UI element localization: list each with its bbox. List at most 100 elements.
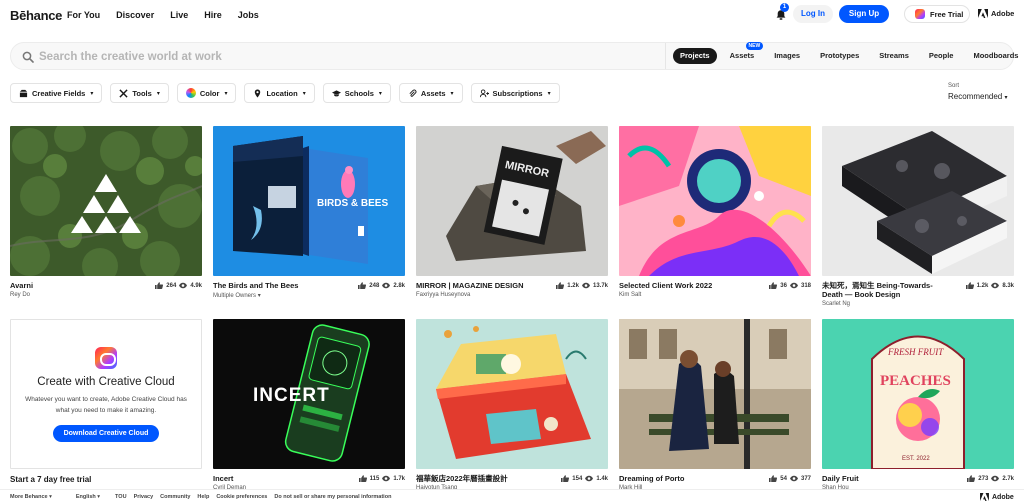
project-title[interactable]: Avarni <box>10 281 140 290</box>
filter-label: Assets <box>420 88 446 98</box>
tab-people[interactable]: People <box>922 48 961 64</box>
filter-label: Tools <box>132 88 152 98</box>
project-thumbnail[interactable]: FRESH FRUIT PEACHES EST. 2022 <box>822 319 1014 469</box>
project-thumbnail[interactable] <box>416 319 608 469</box>
client-work-thumbnail-art <box>619 126 811 276</box>
project-card[interactable]: BIRDS & BEES The Birds and The Bees Mult… <box>213 126 405 321</box>
tab-assets[interactable]: Assets NEW <box>723 42 764 64</box>
project-thumbnail[interactable]: INCERT <box>213 319 405 469</box>
project-thumbnail[interactable] <box>822 126 1014 276</box>
project-title[interactable]: Daily Fruit <box>822 474 952 483</box>
project-owner[interactable]: Rey Do <box>10 292 202 298</box>
free-trial-label: Free Trial <box>930 9 964 19</box>
thumbs-up-icon <box>556 282 565 289</box>
signup-button[interactable]: Sign Up <box>839 5 889 23</box>
project-title[interactable]: Incert <box>213 474 343 483</box>
project-thumbnail[interactable] <box>10 126 202 276</box>
project-title[interactable]: 未知死，焉知生 Being-Towards-Death — Book Desig… <box>822 281 952 299</box>
project-card[interactable]: Dreaming of Porto Mark Hill 54 377 <box>619 319 811 503</box>
tab-projects[interactable]: Projects <box>673 48 717 64</box>
chevron-down-icon: ▾ <box>547 90 551 97</box>
adobe-icon <box>978 9 988 18</box>
project-owner[interactable]: Multiple Owners ▾ <box>213 292 405 299</box>
download-creative-cloud-button[interactable]: Download Creative Cloud <box>52 425 160 442</box>
nav-discover[interactable]: Discover <box>116 10 154 20</box>
footer-more-behance[interactable]: More Behance ▾ <box>10 494 52 500</box>
nav-jobs[interactable]: Jobs <box>238 10 259 20</box>
footer-tou[interactable]: TOU <box>115 494 127 500</box>
footer-privacy[interactable]: Privacy <box>134 494 154 500</box>
birds-and-bees-thumbnail-art: BIRDS & BEES <box>213 126 405 276</box>
views-count: 377 <box>800 475 811 482</box>
project-card[interactable]: FRESH FRUIT PEACHES EST. 2022 Daily Frui… <box>822 319 1014 503</box>
footer-do-not-sell[interactable]: Do not sell or share my personal informa… <box>274 494 391 500</box>
tab-moodboards[interactable]: Moodboards <box>966 48 1024 64</box>
project-stats: 36 318 <box>769 282 811 289</box>
sort-value-text: Recommended <box>948 92 1003 101</box>
project-title[interactable]: The Birds and The Bees <box>213 281 343 290</box>
project-card[interactable]: MIRROR MIRROR | MAGAZINE DESIGN Faxriyya… <box>416 126 608 321</box>
login-button[interactable]: Log In <box>793 5 833 23</box>
project-title[interactable]: Dreaming of Porto <box>619 474 749 483</box>
filter-creative-fields[interactable]: Creative Fields ▾ <box>10 83 103 103</box>
free-trial-link[interactable]: Start a 7 day free trial <box>10 475 202 484</box>
eye-icon <box>585 475 594 482</box>
adobe-link[interactable]: Adobe <box>978 9 1014 18</box>
project-card[interactable]: 未知死，焉知生 Being-Towards-Death — Book Desig… <box>822 126 1014 321</box>
paperclip-icon <box>409 89 417 97</box>
footer-cookie-preferences[interactable]: Cookie preferences <box>216 494 267 500</box>
location-pin-icon <box>255 88 261 98</box>
project-card[interactable]: Avarni Rey Do 264 4.9k <box>10 126 202 321</box>
eye-icon <box>991 282 1000 289</box>
project-owner[interactable]: Faxriyya Huseynova <box>416 292 608 298</box>
project-stats: 273 2.7k <box>967 475 1014 482</box>
search-input[interactable] <box>39 48 639 66</box>
project-thumbnail[interactable]: BIRDS & BEES <box>213 126 405 276</box>
filter-bar: Creative Fields ▾ Tools ▾ Color ▾ Location ▾… <box>10 83 560 103</box>
creative-cloud-icon <box>95 347 117 369</box>
tab-images[interactable]: Images <box>767 48 807 64</box>
peaches-lettering: PEACHES <box>880 373 951 389</box>
project-stats: 248 2.8k <box>358 282 405 289</box>
project-thumbnail[interactable] <box>619 126 811 276</box>
filter-tools[interactable]: Tools ▾ <box>110 83 169 103</box>
tab-prototypes[interactable]: Prototypes <box>813 48 866 64</box>
project-title[interactable]: Selected Client Work 2022 <box>619 281 749 290</box>
footer-community[interactable]: Community <box>160 494 190 500</box>
nav-live[interactable]: Live <box>170 10 188 20</box>
project-card[interactable]: 福華飯店2022年曆插畫設計 Haiyotun Tsang 154 1.4k <box>416 319 608 503</box>
eye-icon <box>789 475 798 482</box>
tab-streams[interactable]: Streams <box>872 48 916 64</box>
free-trial-button[interactable]: Free Trial <box>904 5 970 23</box>
filter-subscriptions[interactable]: Subscriptions ▾ <box>470 83 560 103</box>
project-owner[interactable]: Kim Salt <box>619 292 811 298</box>
filter-assets[interactable]: Assets ▾ <box>398 83 463 103</box>
project-thumbnail[interactable]: MIRROR <box>416 126 608 276</box>
nav-hire[interactable]: Hire <box>204 10 222 20</box>
behance-logo[interactable]: Bēhance <box>10 8 62 23</box>
nav-for-you[interactable]: For You <box>67 10 100 20</box>
thumbs-up-icon <box>769 282 778 289</box>
filter-label: Subscriptions <box>492 88 543 98</box>
footer-help[interactable]: Help <box>197 494 209 500</box>
project-owner[interactable]: Scarlet Ng <box>822 301 1014 307</box>
project-owner-label: Multiple Owners <box>213 293 257 299</box>
project-thumbnail[interactable] <box>619 319 811 469</box>
project-title[interactable]: 福華飯店2022年曆插畫設計 <box>416 474 546 483</box>
footer-adobe-link[interactable]: Adobe <box>980 493 1014 501</box>
filter-color[interactable]: Color ▾ <box>176 83 237 103</box>
project-title[interactable]: MIRROR | MAGAZINE DESIGN <box>416 281 546 290</box>
site-footer: More Behance ▾ English ▾ TOU Privacy Com… <box>0 489 1024 503</box>
sort-value: Recommended ▾ <box>948 92 1008 101</box>
project-card[interactable]: INCERT Incert Cyril Deman 115 1.7k <box>213 319 405 503</box>
search-type-tabs: Projects Assets NEW Images Prototypes Str… <box>673 42 1024 64</box>
filter-schools[interactable]: Schools ▾ <box>322 83 391 103</box>
sort-dropdown[interactable]: Sort Recommended ▾ <box>948 83 1008 101</box>
graduation-cap-icon <box>331 89 341 96</box>
footer-language[interactable]: English ▾ <box>76 494 100 500</box>
promo-text: Whatever you want to create, Adobe Creat… <box>25 396 187 414</box>
project-meta: Avarni Rey Do 264 4.9k <box>10 281 202 321</box>
filter-location[interactable]: Location ▾ <box>244 83 315 103</box>
incert-wordmark: INCERT <box>253 385 330 406</box>
project-card[interactable]: Selected Client Work 2022 Kim Salt 36 31… <box>619 126 811 321</box>
